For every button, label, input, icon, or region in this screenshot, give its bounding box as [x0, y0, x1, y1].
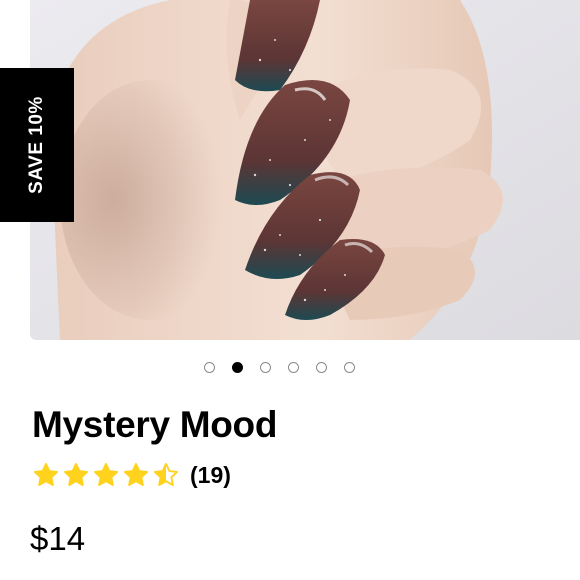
nails-photo	[30, 0, 580, 340]
product-rating[interactable]: (19)	[32, 461, 231, 489]
star-filled-icon	[33, 462, 59, 486]
star-filled-icon	[63, 462, 89, 486]
save-badge-text: SAVE 10%	[26, 96, 48, 194]
product-price: $14	[30, 520, 86, 557]
star-half-icon	[153, 462, 179, 486]
save-badge: SAVE 10%	[0, 68, 74, 222]
carousel-dot[interactable]	[316, 362, 327, 373]
star-filled-icon	[93, 462, 119, 486]
rating-stars	[32, 461, 180, 489]
carousel-dot[interactable]	[288, 362, 299, 373]
star-filled-icon	[123, 462, 149, 486]
product-image[interactable]	[30, 0, 580, 340]
carousel-dot[interactable]	[204, 362, 215, 373]
product-title: Mystery Mood	[32, 404, 278, 445]
carousel-dot[interactable]	[344, 362, 355, 373]
carousel-dot[interactable]	[232, 362, 243, 373]
review-count[interactable]: (19)	[190, 462, 231, 489]
carousel-dot[interactable]	[260, 362, 271, 373]
carousel-dots	[204, 362, 355, 373]
